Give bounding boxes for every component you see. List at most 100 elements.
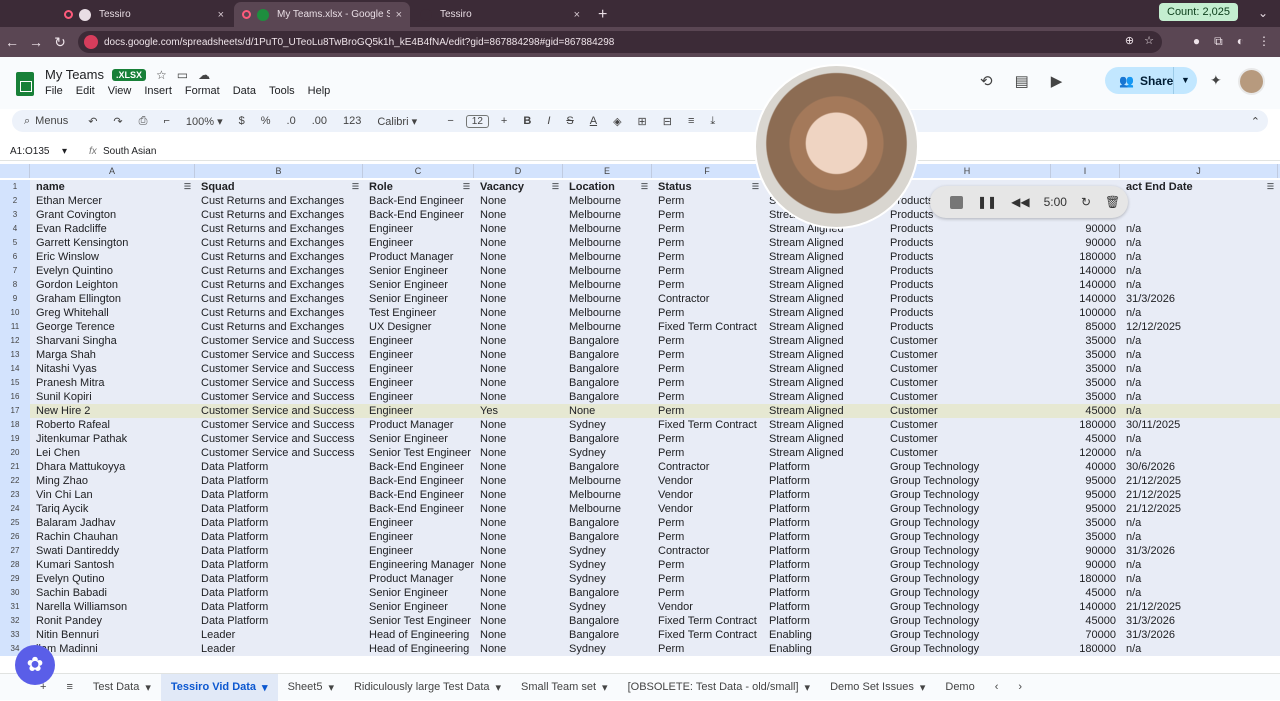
cell[interactable]: Bangalore	[563, 530, 652, 544]
address-bar[interactable]: docs.google.com/spreadsheets/d/1PuT0_UTe…	[78, 31, 1162, 53]
row-number[interactable]: 31	[0, 600, 30, 614]
cell[interactable]: Cust Returns and Exchanges	[195, 208, 363, 222]
row-number[interactable]: 24	[0, 502, 30, 516]
cell[interactable]: Vendor	[652, 600, 763, 614]
cell[interactable]: 30/11/2025	[1120, 418, 1278, 432]
filter-toggle-icon[interactable]: ☰	[352, 180, 359, 194]
cell[interactable]: None	[474, 264, 563, 278]
cell[interactable]: Bangalore	[563, 516, 652, 530]
cell[interactable]: Group Technology	[884, 586, 1051, 600]
cell[interactable]: Platform	[763, 516, 884, 530]
cell[interactable]: Data Platform	[195, 572, 363, 586]
row-number[interactable]: 9	[0, 292, 30, 306]
cell[interactable]: 31/3/2026	[1120, 614, 1278, 628]
row-number[interactable]: 1	[0, 180, 30, 194]
table-row[interactable]: 24 Tariq Aycik Data Platform Back-End Engin…	[0, 502, 1280, 516]
row-number[interactable]: 21	[0, 460, 30, 474]
cell[interactable]: None	[474, 530, 563, 544]
cell[interactable]: Platform	[763, 558, 884, 572]
sheet-tab[interactable]: Ridiculously large Test Data ▾	[344, 674, 511, 701]
cell[interactable]: 180000	[1051, 642, 1120, 656]
cell[interactable]: 95000	[1051, 474, 1120, 488]
cell[interactable]: None	[474, 586, 563, 600]
cell[interactable]: None	[474, 614, 563, 628]
cell[interactable]: Senior Engineer	[363, 586, 474, 600]
cell[interactable]: Greg Whitehall	[30, 306, 195, 320]
cell[interactable]: Rachin Chauhan	[30, 530, 195, 544]
cell[interactable]: Melbourne	[563, 250, 652, 264]
cell[interactable]: George Terence	[30, 320, 195, 334]
cell[interactable]: Yes	[474, 404, 563, 418]
cell[interactable]: Bangalore	[563, 376, 652, 390]
cell[interactable]: Platform	[763, 544, 884, 558]
menus-search[interactable]: ⌕ Menus	[12, 115, 80, 128]
paint-format-icon[interactable]: ⌐	[155, 115, 177, 127]
cell[interactable]: Gordon Leighton	[30, 278, 195, 292]
cell[interactable]: Customer Service and Success	[195, 446, 363, 460]
cell[interactable]: None	[474, 306, 563, 320]
back-icon[interactable]: ←	[0, 34, 24, 50]
table-row[interactable]: 8 Gordon Leighton Cust Returns and Exchang…	[0, 278, 1280, 292]
cell[interactable]: Perm	[652, 376, 763, 390]
cell[interactable]: None	[474, 628, 563, 642]
cell[interactable]: Evelyn Quintino	[30, 264, 195, 278]
cell[interactable]: Back-End Engineer	[363, 502, 474, 516]
row-number[interactable]: 19	[0, 432, 30, 446]
cell[interactable]: Product Manager	[363, 418, 474, 432]
sheet-menu-icon[interactable]: ▾	[602, 681, 608, 694]
table-row[interactable]: 29 Evelyn Qutino Data Platform Product Mana…	[0, 572, 1280, 586]
cell[interactable]: Data Platform	[195, 544, 363, 558]
font-size-increase-button[interactable]: +	[493, 115, 515, 127]
cell[interactable]: None	[474, 488, 563, 502]
cell[interactable]: Customer Service and Success	[195, 334, 363, 348]
row-number[interactable]: 17	[0, 404, 30, 418]
cell[interactable]: Platform	[763, 614, 884, 628]
cell[interactable]: Data Platform	[195, 488, 363, 502]
browser-menu-icon[interactable]: ⋮	[1258, 34, 1270, 49]
cell[interactable]: None	[474, 474, 563, 488]
sheet-tab[interactable]: Small Team set ▾	[511, 674, 618, 701]
cell[interactable]: None	[474, 292, 563, 306]
cell[interactable]: Customer Service and Success	[195, 432, 363, 446]
cell[interactable]: Products	[884, 222, 1051, 236]
cell[interactable]: Bangalore	[563, 628, 652, 642]
cell[interactable]: Stream Aligned	[763, 250, 884, 264]
cell[interactable]: n/a	[1120, 516, 1278, 530]
text-color-icon[interactable]: A	[582, 115, 605, 127]
cell[interactable]: Vacancy ☰	[474, 180, 563, 194]
cell[interactable]: Group Technology	[884, 488, 1051, 502]
scroll-tabs-left-icon[interactable]: ‹	[985, 674, 1009, 701]
stop-recording-icon[interactable]	[950, 195, 963, 209]
cell[interactable]: Head of Engineering	[363, 642, 474, 656]
gemini-icon[interactable]: ✦	[1210, 72, 1222, 89]
share-dropdown-icon[interactable]: ▼	[1173, 67, 1197, 94]
cell[interactable]: 31/3/2026	[1120, 544, 1278, 558]
cell[interactable]: None	[474, 376, 563, 390]
cell[interactable]: Kumari Santosh	[30, 558, 195, 572]
row-number[interactable]: 33	[0, 628, 30, 642]
cell[interactable]: Data Platform	[195, 516, 363, 530]
row-number[interactable]: 13	[0, 348, 30, 362]
increase-decimal-button[interactable]: .00	[304, 115, 335, 127]
cell[interactable]: Data Platform	[195, 460, 363, 474]
cell[interactable]: Engineer	[363, 390, 474, 404]
profile-icon[interactable]: ◐	[1237, 34, 1244, 49]
cell[interactable]: Evelyn Qutino	[30, 572, 195, 586]
cell[interactable]: Perm	[652, 348, 763, 362]
cell[interactable]: Melbourne	[563, 306, 652, 320]
currency-format-button[interactable]: $	[231, 115, 253, 127]
cell[interactable]: llam Madinni	[30, 642, 195, 656]
cell[interactable]: Platform	[763, 474, 884, 488]
cell[interactable]: Stream Aligned	[763, 306, 884, 320]
cell[interactable]: Perm	[652, 222, 763, 236]
cell[interactable]: Perm	[652, 432, 763, 446]
cell[interactable]: Engineer	[363, 404, 474, 418]
cell[interactable]: Contractor	[652, 292, 763, 306]
cell[interactable]: n/a	[1120, 446, 1278, 460]
cell[interactable]: Platform	[763, 530, 884, 544]
close-tab-icon[interactable]: ×	[396, 9, 402, 21]
browser-tab[interactable]: My Teams.xlsx - Google S ×	[234, 2, 410, 27]
cell[interactable]: Perm	[652, 642, 763, 656]
cell[interactable]: Engineer	[363, 516, 474, 530]
cell[interactable]: Engineer	[363, 544, 474, 558]
